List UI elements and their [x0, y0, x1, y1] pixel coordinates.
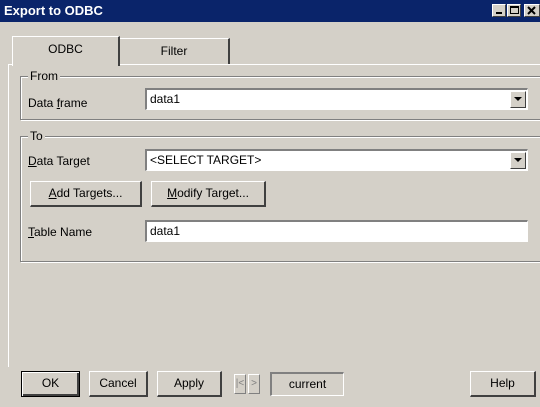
modify-target-button[interactable]: Modify Target... [151, 181, 266, 207]
table-name-value: data1 [150, 224, 181, 238]
apply-button[interactable]: Apply [157, 371, 222, 397]
chevron-down-icon [514, 158, 522, 162]
from-group-title: From [28, 69, 60, 83]
export-odbc-dialog: Export to ODBC ODBC Filter From Data fra… [0, 0, 540, 407]
data-frame-label: Data frame [28, 96, 88, 110]
data-frame-combo[interactable]: data1 [145, 88, 528, 110]
close-icon [527, 6, 536, 15]
maximize-button[interactable] [507, 4, 521, 17]
data-target-label: Data Target [28, 154, 90, 168]
tab-filter[interactable]: Filter [120, 38, 230, 64]
title-bar[interactable]: Export to ODBC [0, 0, 540, 22]
table-name-label: Table Name [28, 225, 93, 239]
ok-button[interactable]: OK [21, 371, 80, 397]
previous-icon[interactable]: |< [234, 374, 246, 394]
minimize-button[interactable] [492, 4, 506, 17]
to-group-title: To [28, 129, 45, 143]
data-frame-value: data1 [150, 92, 181, 106]
current-record-field[interactable]: current [270, 372, 344, 396]
table-name-input[interactable]: data1 [145, 220, 528, 242]
cancel-button[interactable]: Cancel [89, 371, 148, 397]
data-target-combo[interactable]: <SELECT TARGET> [145, 149, 528, 171]
data-target-dropdown-button[interactable] [510, 152, 526, 169]
data-frame-dropdown-button[interactable] [510, 91, 526, 108]
chevron-down-icon [514, 97, 522, 101]
maximize-icon [510, 6, 519, 14]
minimize-icon [496, 12, 502, 14]
add-targets-button[interactable]: Add Targets... [30, 181, 142, 207]
window-title: Export to ODBC [4, 3, 103, 18]
help-button[interactable]: Help [470, 371, 536, 397]
next-icon[interactable]: > [248, 374, 260, 394]
data-target-value: <SELECT TARGET> [150, 153, 262, 167]
close-button[interactable] [524, 4, 540, 17]
tab-odbc[interactable]: ODBC [12, 36, 120, 66]
